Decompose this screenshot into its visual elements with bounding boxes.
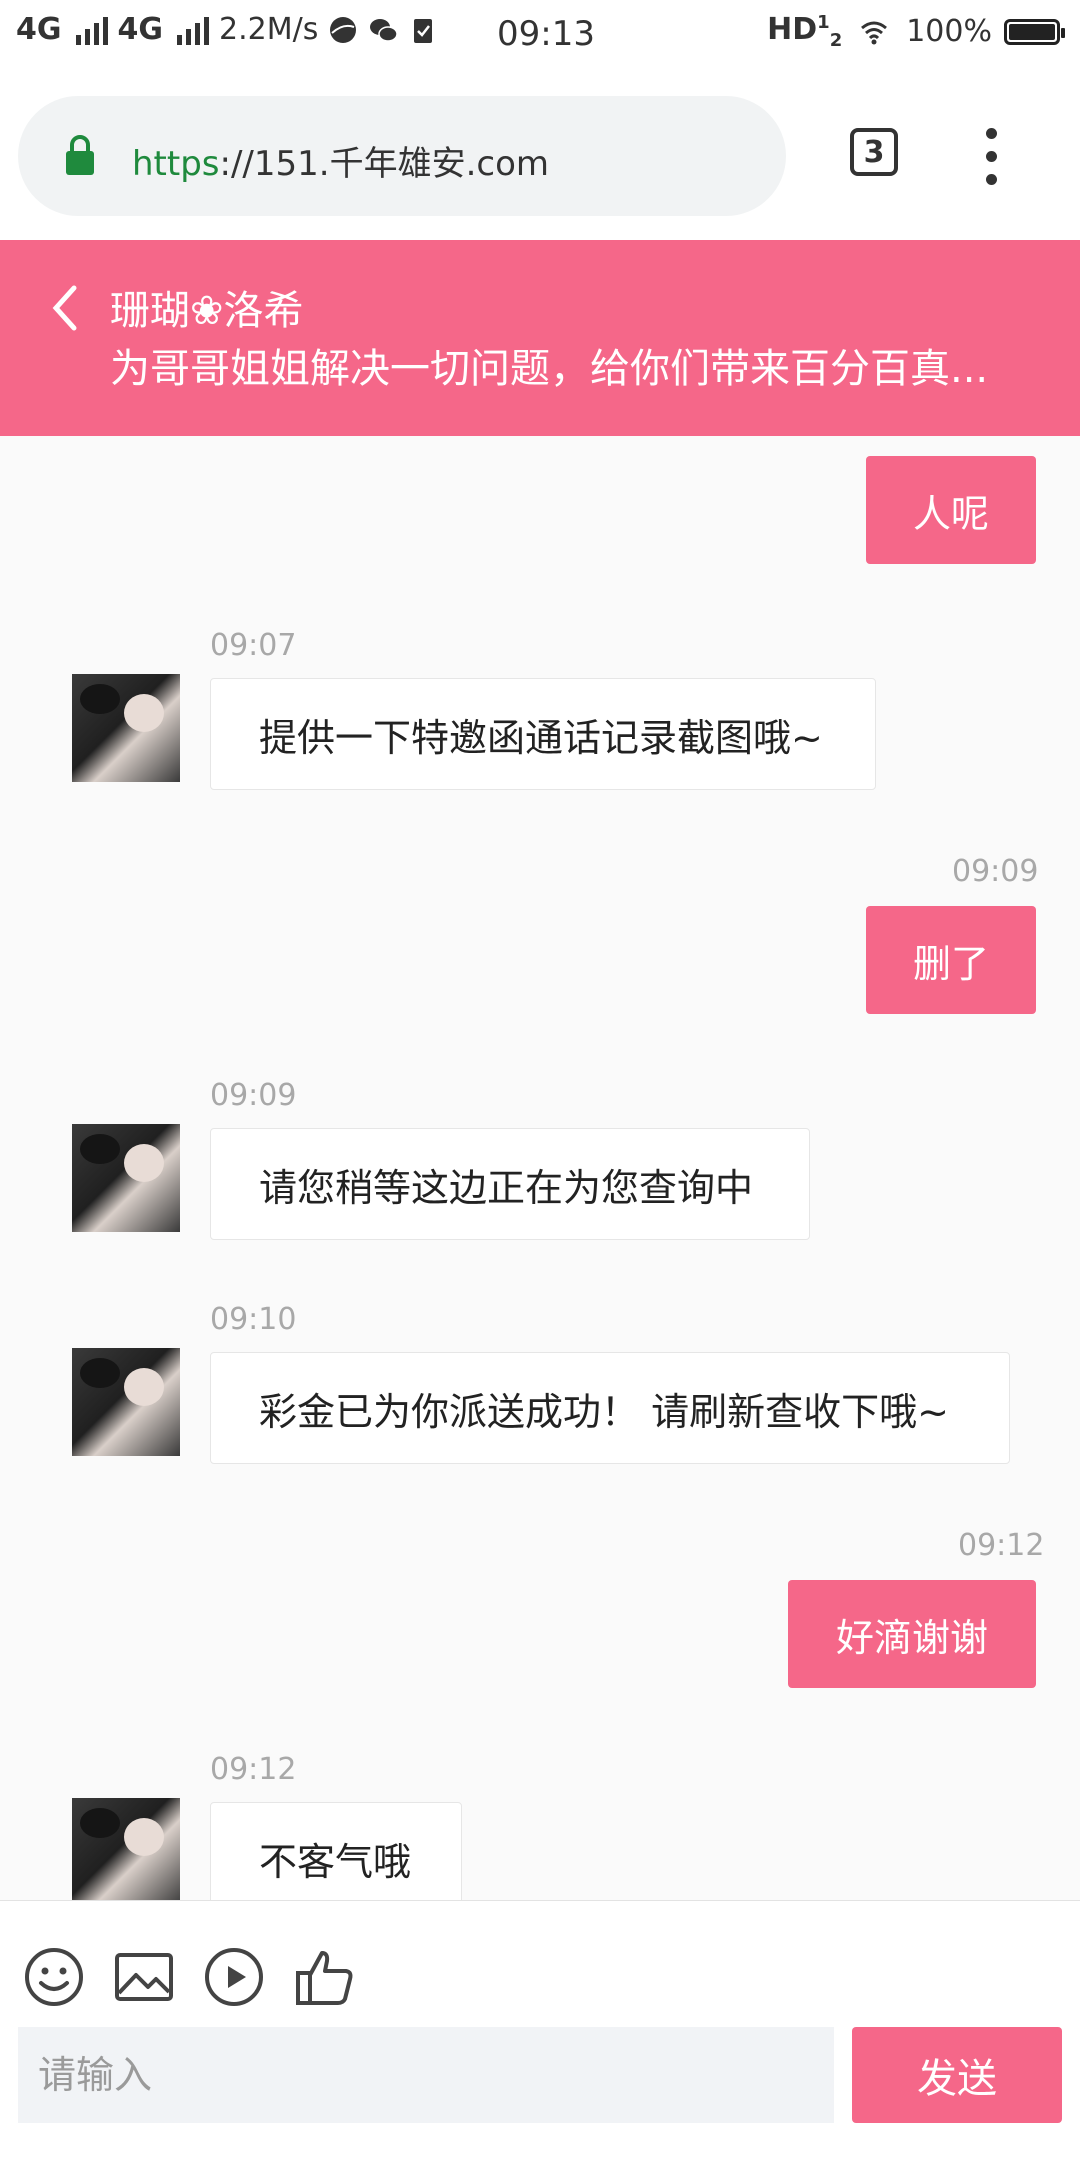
clipboard-icon [414,18,433,43]
avatar[interactable] [72,1124,180,1232]
more-menu-icon[interactable] [986,128,998,188]
hd-indicator: HD12 [767,12,843,51]
message-list[interactable]: 人呢 09:07 提供一下特邀函通话记录截图哦~ 09:09 删了 09:09 … [0,436,1080,1900]
lock-icon [66,135,94,175]
status-left: 4G 4G 2.2M/s [16,12,438,47]
battery-icon [1004,18,1065,45]
wechat-icon [370,18,399,42]
network-type-1: 4G [16,12,62,47]
message-time: 09:09 [952,854,1039,889]
avatar[interactable] [72,674,180,782]
url-host: ://151.千年雄安.com [219,144,550,184]
url-scheme: https [132,144,220,184]
message-input[interactable] [18,2027,834,2123]
incoming-message[interactable]: 不客气哦 [210,1802,462,1900]
message-time: 09:12 [958,1528,1045,1563]
browser-toolbar: https://151.千年雄安.com 3 [0,72,1080,241]
incoming-message[interactable]: 请您稍等这边正在为您查询中 [210,1128,810,1240]
thumbs-up-icon[interactable] [292,1945,356,2009]
tab-switcher-button[interactable]: 3 [850,128,898,176]
battery-percent: 100% [906,14,992,49]
outgoing-message[interactable]: 删了 [866,906,1036,1014]
chat-subtitle: 为哥哥姐姐解决一切问题，给你们带来百分百真... [110,346,989,392]
message-time: 09:12 [210,1752,297,1787]
avatar[interactable] [72,1348,180,1456]
avatar[interactable] [72,1798,180,1900]
network-speed: 2.2M/s [219,12,319,47]
message-time: 09:10 [210,1302,297,1337]
status-right: HD12 100% [767,12,1065,51]
chat-header: 珊瑚❀洛希 为哥哥姐姐解决一切问题，给你们带来百分百真... [0,240,1080,436]
incoming-message[interactable]: 提供一下特邀函通话记录截图哦~ [210,678,876,790]
image-icon[interactable] [112,1945,176,2009]
back-icon[interactable] [44,278,84,338]
signal-icon [75,15,108,45]
message-time: 09:07 [210,628,297,663]
chat-title: 珊瑚❀洛希 [110,288,304,334]
outgoing-message[interactable]: 好滴谢谢 [788,1580,1036,1688]
wifi-icon [861,21,888,44]
outgoing-message[interactable]: 人呢 [866,456,1036,564]
send-button[interactable]: 发送 [852,2027,1062,2123]
emoji-icon[interactable] [22,1945,86,2009]
status-time: 09:13 [497,14,595,54]
address-bar[interactable]: https://151.千年雄安.com [18,96,786,216]
input-area: 发送 [0,1900,1080,2161]
network-type-2: 4G [117,12,164,47]
video-icon[interactable] [202,1945,266,2009]
browser-app-icon [330,16,357,43]
url-text[interactable]: https://151.千年雄安.com [132,136,549,185]
signal-icon [177,15,209,45]
battery-fill [1009,23,1055,40]
incoming-message[interactable]: 彩金已为你派送成功！ 请刷新查收下哦~ [210,1352,1010,1464]
status-bar: 4G 4G 2.2M/s 09:13 HD12 100% [0,0,1080,72]
message-time: 09:09 [210,1078,297,1113]
